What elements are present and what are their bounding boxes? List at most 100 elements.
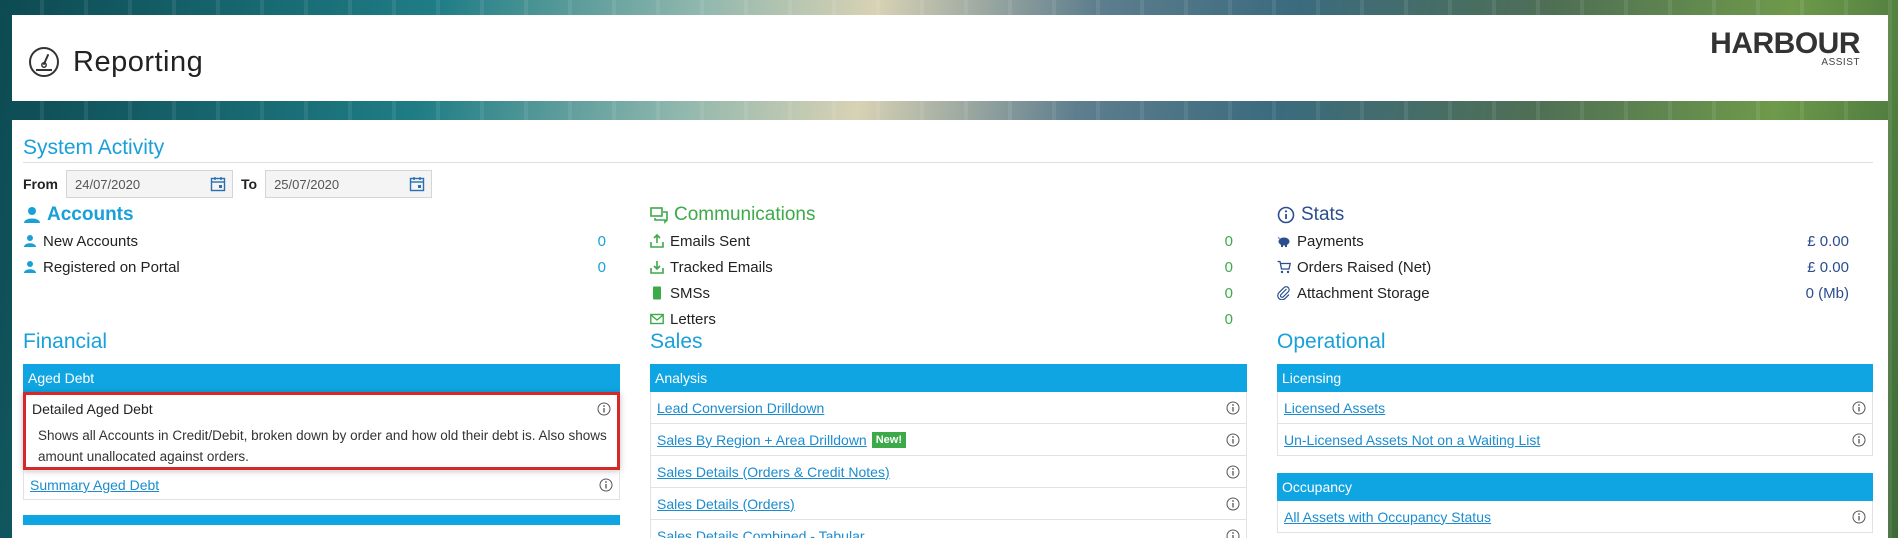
from-date-field[interactable] <box>66 170 233 198</box>
occupancy-group-header: Occupancy <box>1277 473 1873 501</box>
report-row: Sales By Region + Area Drilldown New! <box>650 424 1247 456</box>
next-group-header <box>23 515 620 525</box>
stats-title: Stats <box>1301 204 1345 225</box>
stat-row: Orders Raised (Net) £ 0.00 <box>1277 254 1873 280</box>
info-icon[interactable] <box>1226 465 1240 479</box>
info-icon[interactable] <box>1226 433 1240 447</box>
detailed-aged-debt-card[interactable]: Detailed Aged Debt Shows all Accounts in… <box>23 392 620 470</box>
stat-row: SMSs 0 <box>650 280 1247 306</box>
operational-title: Operational <box>1277 330 1386 353</box>
licensed-assets-link[interactable]: Licensed Assets <box>1284 400 1385 416</box>
stat-value: 0 <box>597 232 606 250</box>
accounts-section: Accounts New Accounts 0 Registered on Po… <box>23 202 620 280</box>
to-date-input[interactable] <box>274 176 395 192</box>
sales-details-orders-link[interactable]: Sales Details (Orders) <box>657 496 795 512</box>
licensing-group-header: Licensing <box>1277 364 1873 392</box>
report-row: Un-Licensed Assets Not on a Waiting List <box>1277 424 1873 456</box>
stat-value: 0 <box>1224 284 1233 302</box>
info-icon[interactable] <box>1226 529 1240 538</box>
calendar-icon[interactable] <box>409 176 425 192</box>
info-icon[interactable] <box>1852 510 1866 524</box>
sales-details-combined-link[interactable]: Sales Details Combined - Tabular <box>657 528 865 538</box>
report-row: Lead Conversion Drilldown <box>650 392 1247 424</box>
stat-row: Letters 0 <box>650 306 1247 332</box>
from-label: From <box>23 176 58 192</box>
reporting-panel: System Activity From To <box>12 120 1888 538</box>
stat-label: Registered on Portal <box>43 258 180 276</box>
assets-occupancy-status-link[interactable]: All Assets with Occupancy Status <box>1284 509 1491 525</box>
stat-value: £ 0.00 <box>1807 258 1849 276</box>
page-header: Reporting HARBOUR ASSIST <box>12 15 1888 101</box>
info-icon[interactable] <box>1226 401 1240 415</box>
info-icon[interactable] <box>1226 497 1240 511</box>
inbox-icon <box>650 261 664 274</box>
system-activity-title: System Activity <box>23 136 165 159</box>
stat-row: Payments £ 0.00 <box>1277 228 1873 254</box>
chat-bubbles-icon <box>650 207 668 224</box>
stat-row: Tracked Emails 0 <box>650 254 1247 280</box>
stat-row: Emails Sent 0 <box>650 228 1247 254</box>
user-icon <box>24 207 40 223</box>
stat-value: 0 <box>1224 258 1233 276</box>
stat-row: Attachment Storage 0 (Mb) <box>1277 280 1873 306</box>
stat-label: Emails Sent <box>670 232 751 250</box>
report-row: Sales Details Combined - Tabular <box>650 520 1247 538</box>
link-with-badge: Sales By Region + Area Drilldown New! <box>657 431 907 448</box>
stat-value: 0 <box>597 258 606 276</box>
report-row: Summary Aged Debt <box>23 470 620 500</box>
date-range: From To <box>23 170 433 198</box>
info-icon[interactable] <box>1852 433 1866 447</box>
user-icon <box>24 235 36 247</box>
report-row: All Assets with Occupancy Status <box>1277 501 1873 533</box>
outbox-icon <box>650 234 664 248</box>
communications-header: Communications <box>650 202 1247 228</box>
info-icon[interactable] <box>1852 401 1866 415</box>
divider <box>23 162 1873 163</box>
to-date-field[interactable] <box>265 170 433 198</box>
financial-title: Financial <box>23 330 108 353</box>
aged-debt-group-header: Aged Debt <box>23 364 620 392</box>
sales-by-region-link[interactable]: Sales By Region + Area Drilldown <box>657 432 867 448</box>
dashboard-gauge-icon <box>29 47 59 77</box>
from-date-input[interactable] <box>75 176 195 192</box>
sales-section: Sales Analysis Lead Conversion Drilldown… <box>650 330 1247 538</box>
stats-section: Stats Payments £ 0.00 Orders Raised (Net… <box>1277 202 1873 306</box>
stat-value: 0 <box>1224 232 1233 250</box>
accounts-header: Accounts <box>23 202 620 228</box>
mobile-phone-icon <box>653 286 661 300</box>
report-row: Sales Details (Orders & Credit Notes) <box>650 456 1247 488</box>
communications-section: Communications Emails Sent 0 Tracked Ema… <box>650 202 1247 332</box>
to-label: To <box>241 176 258 192</box>
logo-brand: HARBOUR <box>1710 27 1860 60</box>
info-icon[interactable] <box>599 478 613 492</box>
detailed-aged-debt-link[interactable]: Detailed Aged Debt <box>32 401 153 417</box>
sales-details-orders-credit-notes-link[interactable]: Sales Details (Orders & Credit Notes) <box>657 464 890 480</box>
report-row: Sales Details (Orders) <box>650 488 1247 520</box>
unlicensed-assets-link[interactable]: Un-Licensed Assets Not on a Waiting List <box>1284 432 1540 448</box>
info-circle-icon <box>1277 206 1295 224</box>
stat-value: 0 (Mb) <box>1805 284 1849 302</box>
stat-value: 0 <box>1224 310 1233 328</box>
analysis-group-header: Analysis <box>650 364 1247 392</box>
user-icon <box>24 261 36 273</box>
operational-section: Operational Licensing Licensed Assets Un… <box>1277 330 1873 533</box>
lead-conversion-drilldown-link[interactable]: Lead Conversion Drilldown <box>657 400 824 416</box>
page-title: Reporting <box>73 45 204 78</box>
stats-header: Stats <box>1277 202 1873 228</box>
stat-label: Tracked Emails <box>670 258 773 276</box>
stat-label: Attachment Storage <box>1297 284 1430 302</box>
harbour-assist-logo[interactable]: HARBOUR ASSIST <box>1710 27 1860 69</box>
calendar-icon[interactable] <box>210 176 226 192</box>
accounts-title: Accounts <box>47 204 134 225</box>
info-icon[interactable] <box>597 402 611 416</box>
communications-title: Communications <box>674 204 816 225</box>
summary-aged-debt-link[interactable]: Summary Aged Debt <box>30 477 159 493</box>
sales-title: Sales <box>650 330 703 353</box>
new-badge: New! <box>871 431 907 448</box>
stat-label: Payments <box>1297 232 1364 250</box>
piggy-bank-icon <box>1277 237 1290 247</box>
stat-label: SMSs <box>670 284 711 302</box>
stat-value: £ 0.00 <box>1807 232 1849 250</box>
shopping-cart-icon <box>1277 260 1291 274</box>
